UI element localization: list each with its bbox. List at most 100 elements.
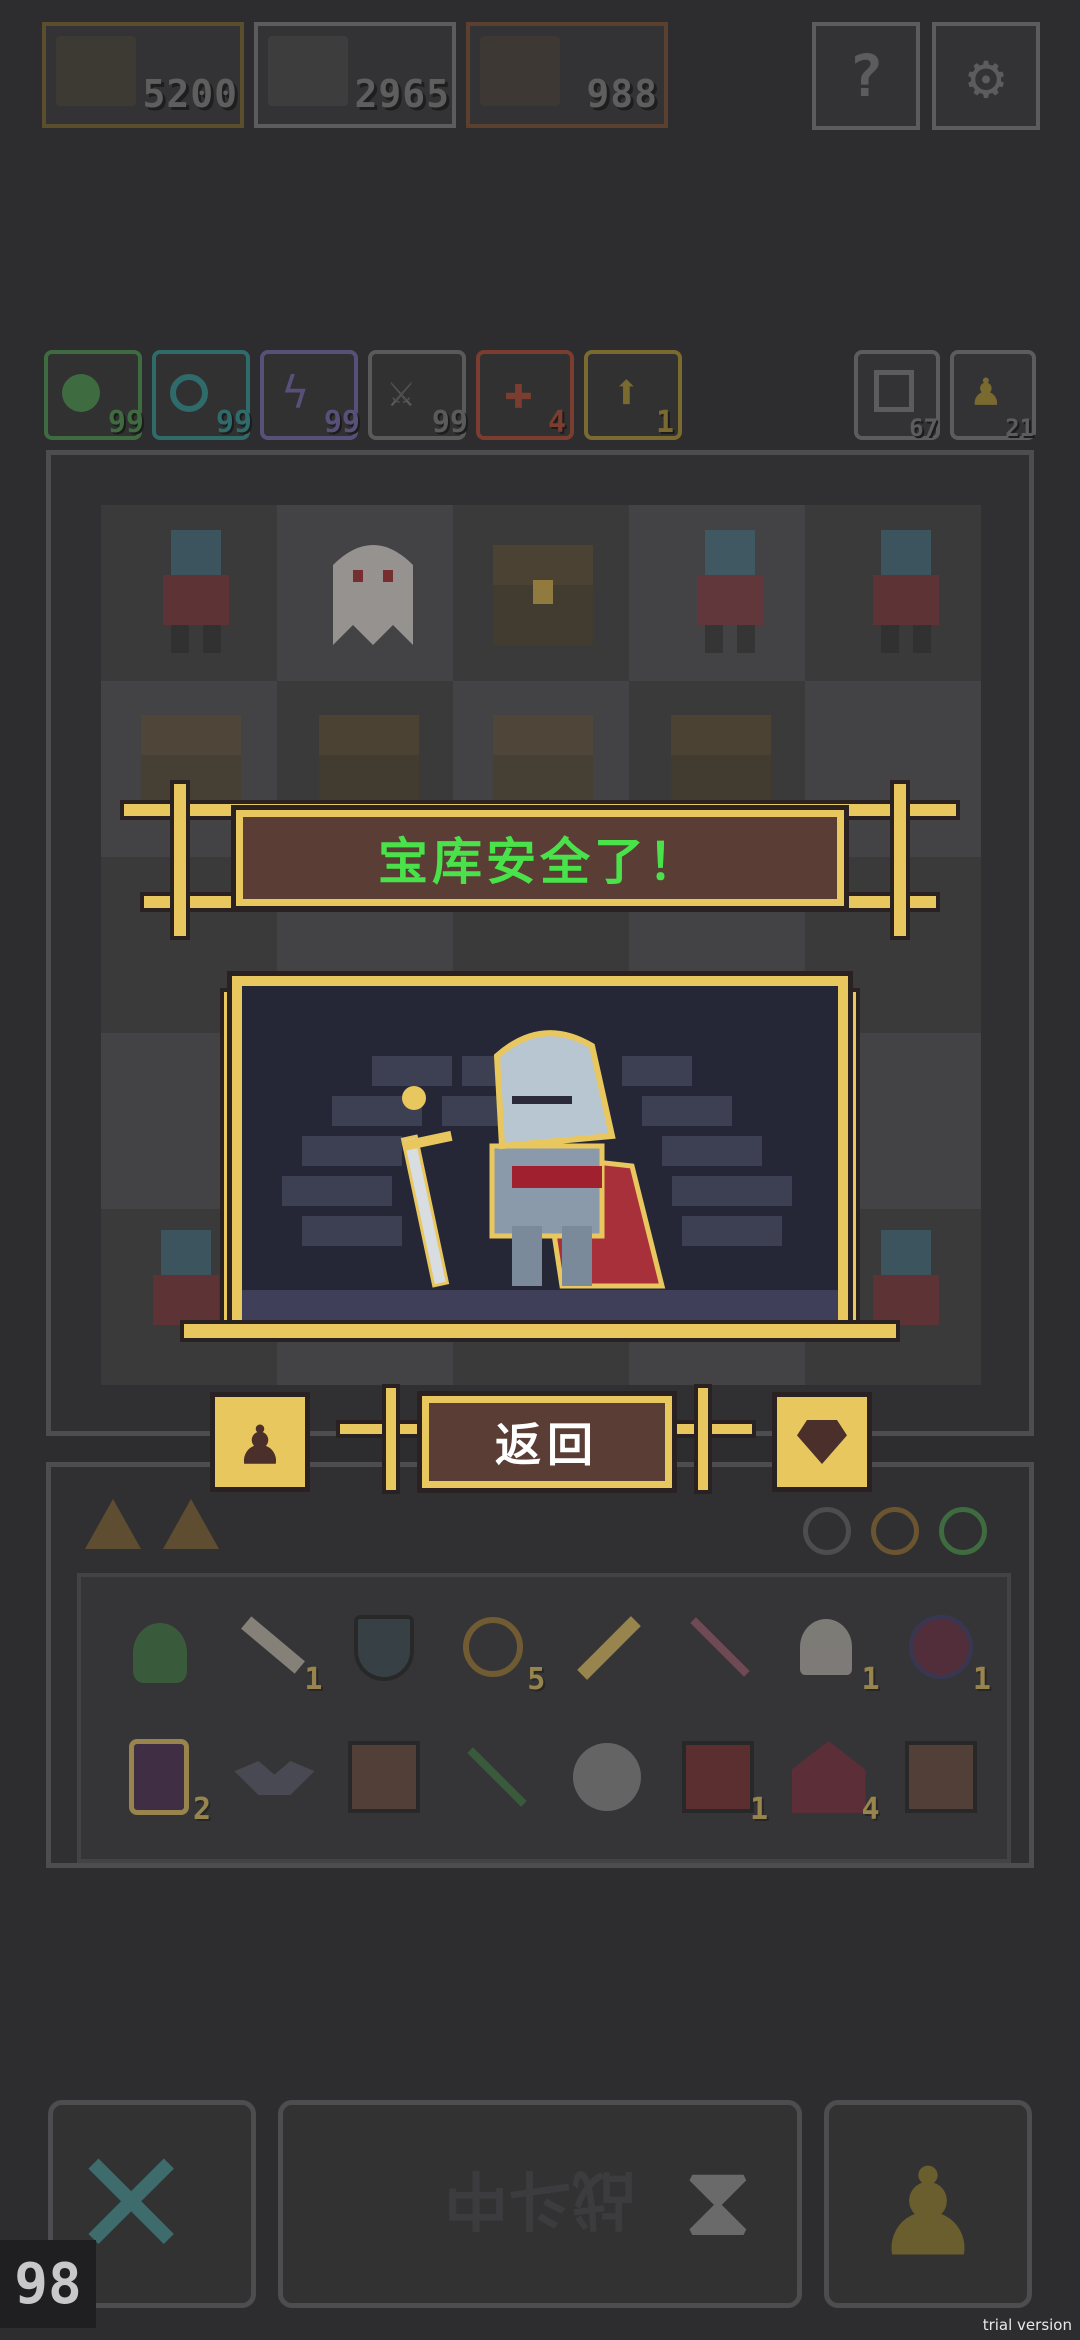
return-button[interactable]: 返回 [417,1391,677,1493]
teal-swirl-icon [170,374,208,412]
pawn-counter: ♟ 21 [950,350,1036,442]
inventory-item[interactable] [334,1727,434,1827]
potion-jar-item-icon [129,1739,189,1815]
hourglass-icon: ⧗ [682,2142,753,2259]
inventory-item[interactable]: 1 [222,1597,322,1697]
zombie-unit [851,525,961,655]
modal-title: 宝库安全了！ [231,805,849,911]
ore-icon [163,1499,219,1549]
bat-item-icon [234,1761,315,1795]
counter-copper: 988 [466,22,668,128]
gold-arrow-icon: ⬆ [612,364,641,420]
inventory-item[interactable]: 1 [668,1727,768,1827]
counter-gold: 5200 [42,22,244,128]
rune-crate-item-icon [904,1741,977,1813]
knight-scene [227,971,853,1335]
inventory-item[interactable] [891,1727,991,1827]
resource-red: ✚ 4 [476,350,574,440]
banner-post-left [170,780,190,940]
resource-green: 99 [44,350,144,440]
top-counters: 5200 2965 988 [42,22,672,130]
rune-crate-item-icon [347,1741,420,1813]
inventory-item[interactable] [668,1597,768,1697]
help-icon: ? [848,42,884,110]
green-slime-item-icon [133,1623,187,1683]
counter-silver-value: 2965 [354,72,450,116]
resource-gold-value: 1 [655,405,674,440]
inventory-item[interactable]: 4 [780,1727,880,1827]
red-cross-icon: ✚ [504,364,533,420]
battle-status-button[interactable]: 战斗中 ⧗ [278,2100,802,2308]
item-count: 1 [304,1662,323,1697]
bone-item-icon [241,1616,306,1674]
watermark: trial version [982,2316,1072,2334]
inventory-row: 2 1 4 [111,1727,991,1837]
rune-slot-icon [871,1507,919,1555]
inventory-item[interactable] [334,1597,434,1697]
shield-item-icon [353,1615,414,1681]
return-post-left [382,1384,400,1494]
rune-slot-icon [803,1507,851,1555]
help-button[interactable]: ? [812,22,920,130]
pawn-action-button[interactable]: ♟ [824,2100,1032,2308]
worker-icon [268,36,348,106]
banner-post-right [890,780,910,940]
lightning-icon: ϟ [282,368,309,419]
inventory-item[interactable] [111,1597,211,1697]
crossed-swords-icon: ⚔ [388,366,415,417]
inventory-item[interactable]: 5 [445,1597,545,1697]
settings-gear-icon: ⚙ [967,39,1005,113]
settings-button[interactable]: ⚙ [932,22,1040,130]
inventory-item[interactable] [222,1727,322,1827]
treasure-chest-unit [483,525,603,655]
pawn-icon: ♟ [882,2117,974,2291]
box-counter: 67 [854,350,940,442]
bat-orb-item-icon [908,1615,973,1679]
item-count: 2 [192,1792,211,1827]
counter-copper-value: 988 [586,72,658,116]
knight-button[interactable]: ♟ [210,1392,310,1492]
item-count: 4 [861,1792,880,1827]
worker-icon [480,36,560,106]
inventory-item[interactable] [445,1727,545,1827]
demon-crate-item-icon [682,1741,755,1813]
rune-slot-icon [939,1507,987,1555]
turn-counter-value: 98 [14,2251,82,2317]
worker-icon [56,36,136,106]
return-post-right [694,1384,712,1494]
item-count: 1 [750,1792,769,1827]
turn-counter: 98 [0,2240,96,2328]
green-key-icon [62,374,100,412]
victory-modal: 宝库安全了！ ♟ 返回 [120,780,960,1500]
box-counter-value: 67 [909,414,938,442]
resource-gray: ⚔ 99 [368,350,468,440]
arrow-item-icon [690,1617,750,1677]
demon-tent-item-icon [791,1741,866,1813]
resource-teal-value: 99 [215,405,252,440]
gem-button[interactable] [772,1392,872,1492]
resource-green-value: 99 [107,405,144,440]
inventory-item[interactable]: 2 [111,1727,211,1827]
item-count: 1 [861,1662,880,1697]
pawn-icon: ♟ [972,362,1000,416]
counter-silver: 2965 [254,22,456,128]
ghost-item-icon [799,1619,852,1675]
resource-gray-value: 99 [431,405,468,440]
resource-row: 99 99 ϟ 99 ⚔ 99 ✚ 4 ⬆ 1 [44,350,704,446]
frame-sill [180,1320,900,1342]
planet-item-icon [463,1617,524,1677]
resource-gold: ⬆ 1 [584,350,682,440]
inventory-item[interactable]: 1 [891,1597,991,1697]
zombie-unit [141,525,251,655]
inventory-item[interactable]: 1 [780,1597,880,1697]
inventory-row: 1 5 1 1 [111,1597,991,1707]
box-stack-icon [874,370,914,412]
counter-gold-value: 5200 [142,72,238,116]
green-arrow-item-icon [467,1747,527,1807]
resource-teal: 99 [152,350,252,440]
zombie-unit [675,525,785,655]
gem-icon [797,1420,847,1464]
inventory-item[interactable] [557,1597,657,1697]
inventory-item[interactable] [557,1727,657,1827]
resource-purple: ϟ 99 [260,350,360,440]
